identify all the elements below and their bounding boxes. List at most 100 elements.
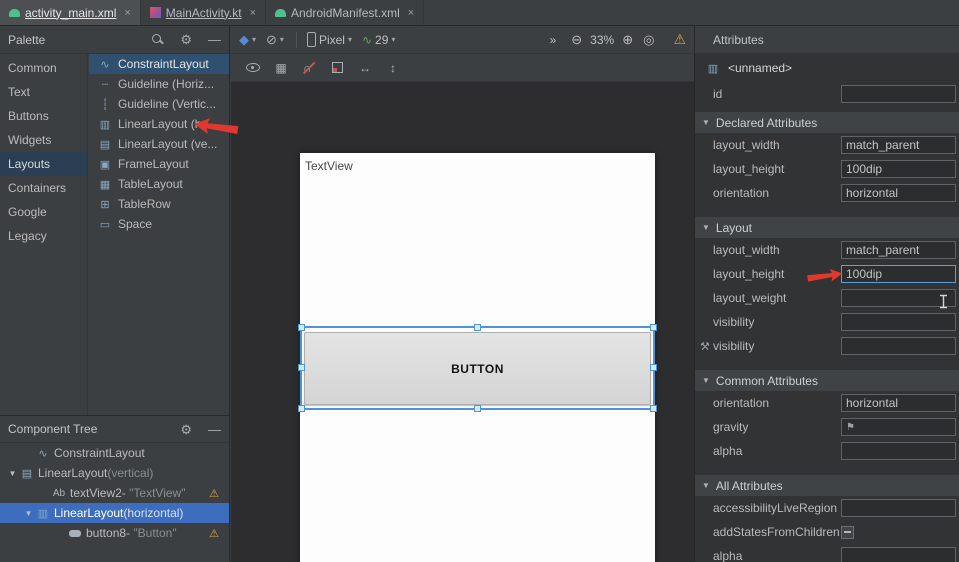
- center-horizontal-icon[interactable]: ↔: [351, 61, 379, 75]
- selection-handle[interactable]: [650, 405, 657, 412]
- device-selector[interactable]: Pixel ▾: [307, 32, 352, 47]
- selection-handle[interactable]: [474, 405, 481, 412]
- palette-category-legacy[interactable]: Legacy: [0, 224, 87, 248]
- view-options-icon[interactable]: [239, 63, 267, 72]
- section-header-all-attributes[interactable]: ▼All Attributes: [695, 475, 959, 496]
- palette-category-text[interactable]: Text: [0, 80, 87, 104]
- palette-category-common[interactable]: Common: [0, 56, 87, 80]
- guideline-vertical-icon: ┆: [98, 98, 112, 111]
- section-header-layout[interactable]: ▼Layout: [695, 217, 959, 238]
- attribute-field[interactable]: [841, 442, 956, 460]
- selection-handle[interactable]: [298, 405, 305, 412]
- tree-node-textview2[interactable]: AbtextView2- "TextView"⚠: [0, 483, 229, 503]
- attribute-field[interactable]: horizontal: [841, 394, 956, 412]
- attribute-field[interactable]: horizontal: [841, 184, 956, 202]
- close-icon[interactable]: ×: [124, 7, 130, 19]
- attribute-field[interactable]: match_parent: [841, 136, 956, 154]
- palette-item-label: LinearLayout (h...: [118, 117, 211, 131]
- palette-item-framelayout[interactable]: ▣FrameLayout: [89, 154, 229, 174]
- palette-category-containers[interactable]: Containers: [0, 176, 87, 200]
- design-canvas[interactable]: TextView BUTTON: [231, 82, 694, 562]
- tab-mainactivity-kt[interactable]: MainActivity.kt×: [141, 0, 266, 25]
- attribute-field[interactable]: ⚑: [841, 418, 956, 436]
- attribute-label: gravity: [713, 420, 841, 434]
- overflow-button[interactable]: »: [550, 33, 557, 47]
- attribute-field[interactable]: [841, 313, 956, 331]
- collapse-icon[interactable]: ▼: [6, 469, 19, 478]
- section-header-declared-attributes[interactable]: ▼Declared Attributes: [695, 112, 959, 133]
- search-icon[interactable]: [151, 33, 164, 46]
- attribute-label: alpha: [713, 549, 841, 562]
- section-header-common-attributes[interactable]: ▼Common Attributes: [695, 370, 959, 391]
- tab-activity-main-xml[interactable]: activity_main.xml×: [0, 0, 141, 25]
- palette-category-layouts[interactable]: Layouts: [0, 152, 87, 176]
- attribute-label: alpha: [713, 444, 841, 458]
- tree-node-constraintlayout[interactable]: ∿ConstraintLayout: [0, 443, 229, 463]
- hide-icon[interactable]: —: [208, 33, 221, 46]
- center-vertical-icon[interactable]: ↕: [379, 61, 407, 75]
- blueprint-grid-icon[interactable]: ▦: [267, 61, 295, 75]
- warnings-button[interactable]: ⚠: [673, 31, 686, 48]
- tree-node-linearlayout[interactable]: ▼▤LinearLayout(vertical): [0, 463, 229, 483]
- selection-handle[interactable]: [650, 324, 657, 331]
- canvas-textview[interactable]: TextView: [305, 159, 353, 173]
- id-field[interactable]: [841, 85, 956, 103]
- palette-item-tablelayout[interactable]: ▦TableLayout: [89, 174, 229, 194]
- linearlayout-vertical-icon: ▤: [19, 467, 35, 480]
- device-screen[interactable]: TextView BUTTON: [300, 153, 655, 562]
- palette-item-guideline-vertic[interactable]: ┆Guideline (Vertic...: [89, 94, 229, 114]
- selection-handle[interactable]: [298, 324, 305, 331]
- palette-item-linearlayout-h[interactable]: ▥LinearLayout (h...: [89, 114, 229, 134]
- palette-item-constraintlayout[interactable]: ∿ConstraintLayout: [89, 54, 229, 74]
- zoom-out-button[interactable]: ⊖: [571, 32, 582, 48]
- hide-icon[interactable]: —: [208, 423, 221, 436]
- selection-handle[interactable]: [298, 364, 305, 371]
- tree-node-label: LinearLayout: [38, 466, 107, 480]
- close-icon[interactable]: ×: [408, 7, 414, 19]
- attribute-field[interactable]: [841, 547, 956, 562]
- design-surface-selector[interactable]: ◆ ▾: [239, 32, 256, 48]
- attribute-field[interactable]: [841, 289, 956, 307]
- palette-category-buttons[interactable]: Buttons: [0, 104, 87, 128]
- selection-handle[interactable]: [474, 324, 481, 331]
- textview-icon: Ab: [51, 488, 67, 499]
- palette-item-space[interactable]: ▭Space: [89, 214, 229, 234]
- kotlin-file-icon: [150, 7, 161, 18]
- palette-item-linearlayout-ve[interactable]: ▤LinearLayout (ve...: [89, 134, 229, 154]
- tree-node-button8[interactable]: button8- "Button"⚠: [0, 523, 229, 543]
- selection-handle[interactable]: [650, 364, 657, 371]
- close-icon[interactable]: ×: [250, 7, 256, 19]
- attribute-value: match_parent: [846, 138, 919, 152]
- component-row[interactable]: ▥ <unnamed>: [695, 54, 959, 82]
- attribute-field[interactable]: 100dip: [841, 265, 956, 283]
- palette-item-tablerow[interactable]: ⊞TableRow: [89, 194, 229, 214]
- collapse-icon[interactable]: ▼: [22, 509, 35, 518]
- default-margins-icon[interactable]: [323, 62, 351, 73]
- gear-icon[interactable]: ⚙: [180, 423, 192, 436]
- attribute-field[interactable]: match_parent: [841, 241, 956, 259]
- checkbox-indeterminate[interactable]: [841, 526, 854, 539]
- attribute-row-orientation: orientationhorizontal: [695, 181, 959, 205]
- gear-icon[interactable]: ⚙: [180, 33, 192, 46]
- attribute-field[interactable]: [841, 337, 956, 355]
- canvas-button[interactable]: BUTTON: [304, 332, 651, 405]
- autoconnect-off-icon[interactable]: [295, 61, 323, 75]
- attribute-row-visibility: ⚒visibility: [695, 334, 959, 358]
- attribute-field[interactable]: [841, 499, 956, 517]
- palette-item-guideline-horiz[interactable]: ┄Guideline (Horiz...: [89, 74, 229, 94]
- palette-category-google[interactable]: Google: [0, 200, 87, 224]
- zoom-in-button[interactable]: ⊕: [622, 32, 633, 48]
- layers-icon: ◆: [239, 32, 249, 48]
- palette-category-widgets[interactable]: Widgets: [0, 128, 87, 152]
- selected-linearlayout[interactable]: BUTTON: [300, 326, 655, 410]
- theme-selector[interactable]: ⊘ ▾: [266, 32, 284, 48]
- design-area: ◆ ▾ ⊘ ▾ Pixel ▾ ∿ 29 ▾ » ⊖ 33% ⊕ ◎: [231, 26, 694, 562]
- tab-androidmanifest-xml[interactable]: AndroidManifest.xml×: [266, 0, 424, 25]
- attribute-row-layout-height: layout_height100dip: [695, 262, 959, 286]
- zoom-to-fit-button[interactable]: ◎: [643, 32, 654, 48]
- tablerow-icon: ⊞: [98, 198, 112, 211]
- attribute-field[interactable]: 100dip: [841, 160, 956, 178]
- api-level-selector[interactable]: ∿ 29 ▾: [362, 33, 395, 47]
- tree-node-linearlayout[interactable]: ▼▥LinearLayout(horizontal): [0, 503, 229, 523]
- attributes-panel: Attributes ▥ <unnamed> id ▼Declared Attr…: [694, 26, 959, 562]
